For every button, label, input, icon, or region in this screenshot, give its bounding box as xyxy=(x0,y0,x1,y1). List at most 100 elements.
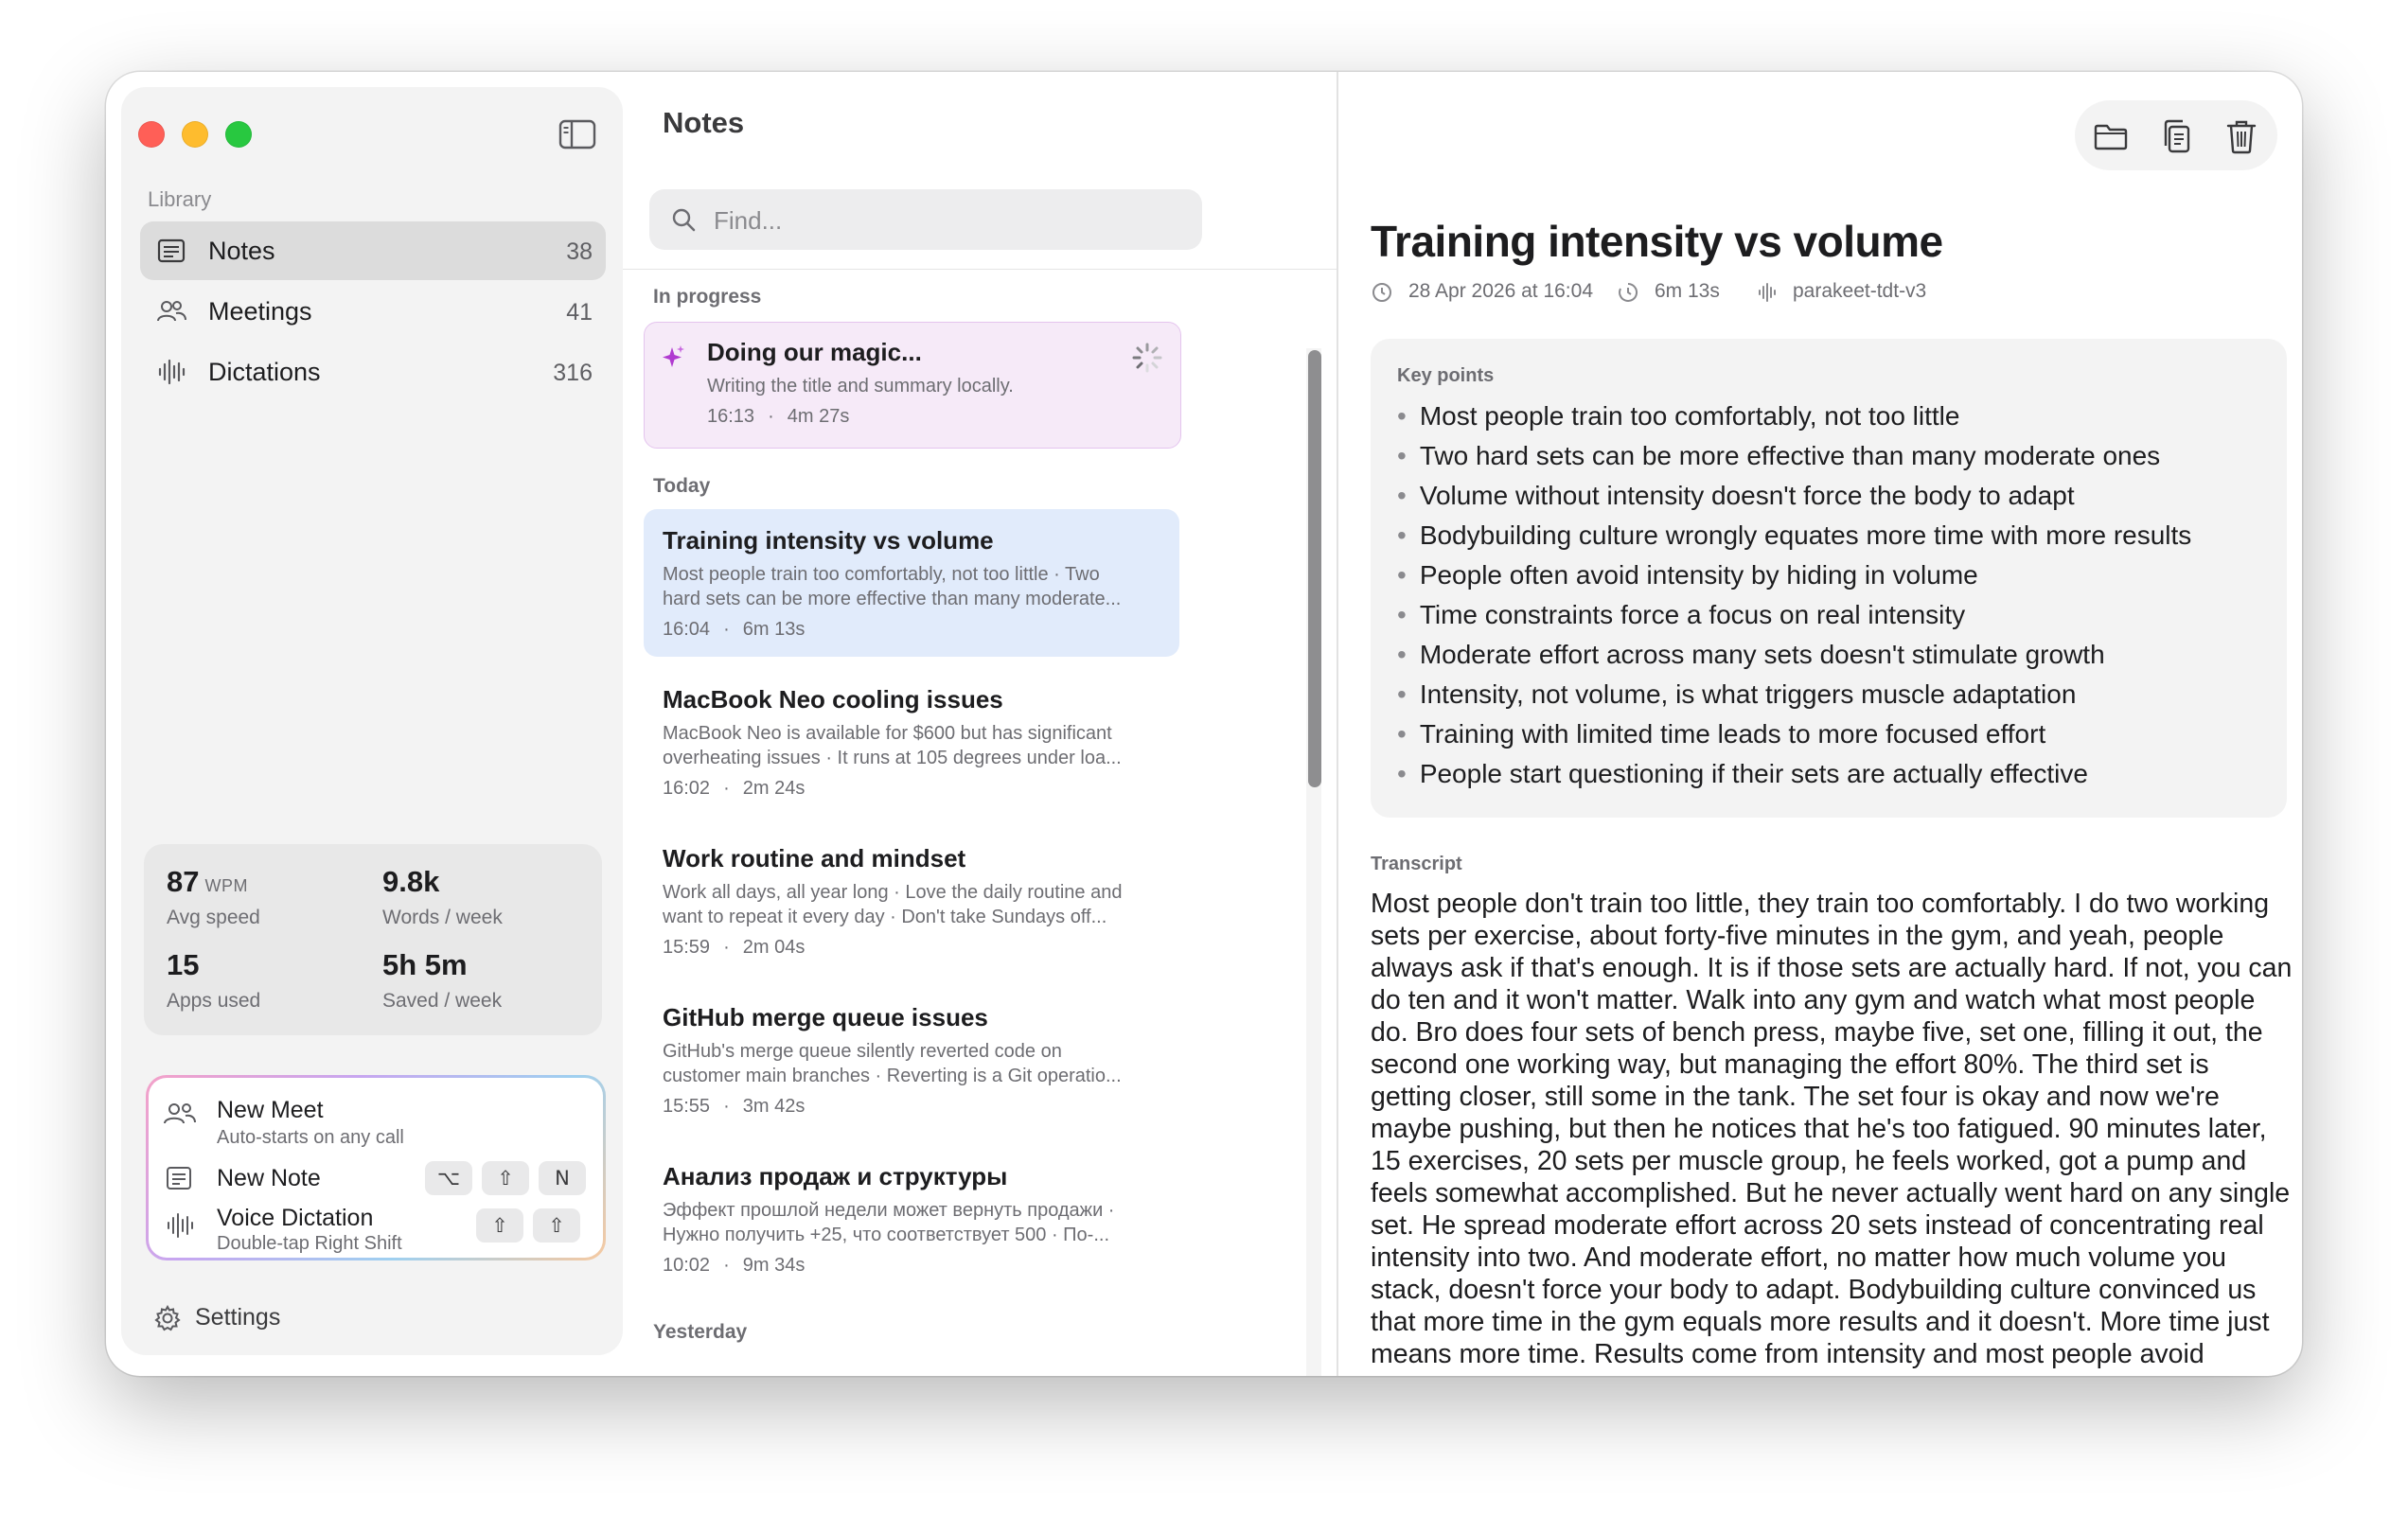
shift-key-badge: ⇧ xyxy=(482,1161,529,1195)
people-icon xyxy=(157,301,186,322)
card-duration: 6m 13s xyxy=(742,619,806,640)
list-item[interactable]: GitHub merge queue issues GitHub's merge… xyxy=(644,986,1179,1134)
stat-label: Apps used xyxy=(167,990,261,1012)
key-point-text: Moderate effort across many sets doesn't… xyxy=(1419,640,2105,669)
trash-icon[interactable] xyxy=(2222,117,2260,155)
list-scrollbar-thumb[interactable] xyxy=(1308,350,1321,787)
stat-apps-used: 15 Apps used xyxy=(167,948,260,1013)
close-window-button[interactable] xyxy=(138,121,165,148)
key-point-text: Two hard sets can be more effective than… xyxy=(1419,441,2161,470)
option-key-badge: ⌥ xyxy=(425,1161,472,1195)
loading-spinner-icon xyxy=(1132,343,1162,373)
quick-actions-panel: New Meet Auto-starts on any call New Not… xyxy=(146,1075,606,1260)
card-duration: 3m 42s xyxy=(742,1096,806,1117)
new-note-action[interactable]: New Note ⌥ ⇧ N xyxy=(149,1154,603,1203)
search-input[interactable] xyxy=(712,199,1189,242)
card-time: 10:02 xyxy=(663,1255,711,1276)
folder-icon[interactable] xyxy=(2092,117,2130,155)
stat-value: 15 xyxy=(167,948,200,981)
key-point: • Bodybuilding culture wrongly equates mo… xyxy=(1397,520,2192,550)
transcript-line: getting closer, still some in the tank. … xyxy=(1371,1082,2220,1112)
stat-avg-speed: 87 WPM Avg speed xyxy=(167,865,260,929)
clock-icon xyxy=(1372,283,1391,302)
card-preview: GitHub's merge queue silently reverted c… xyxy=(663,1039,1162,1088)
card-preview-line: want to repeat it every day · Don't take… xyxy=(663,907,1107,927)
voice-dictation-action[interactable]: Voice Dictation Double-tap Right Shift ⇧… xyxy=(149,1205,603,1258)
key-point: • Volume without intensity doesn't force … xyxy=(1397,481,2075,510)
stat-value: 87 xyxy=(167,865,200,898)
group-label-today: Today xyxy=(653,475,711,497)
transcript-line: do. Bro does four sets of bench press, m… xyxy=(1371,1017,2263,1048)
sidebar: Library Notes 38 Meetings 41 Dictations … xyxy=(121,87,623,1355)
card-preview: MacBook Neo is available for $600 but ha… xyxy=(663,721,1162,770)
card-meta: 16:13 · 4m 27s xyxy=(707,406,850,427)
list-item[interactable]: Work routine and mindset Work all days, … xyxy=(644,827,1179,975)
voice-dictation-subtitle: Double-tap Right Shift xyxy=(217,1233,402,1254)
card-title: Doing our magic... xyxy=(707,338,922,366)
minimize-window-button[interactable] xyxy=(182,121,208,148)
key-point: • Intensity, not volume, is what triggers… xyxy=(1397,679,2077,709)
sidebar-item-dictations[interactable]: Dictations 316 xyxy=(140,343,606,401)
transcript-line: set. He spread moderate effort across 20… xyxy=(1371,1210,2264,1241)
sidebar-item-count: 316 xyxy=(553,360,593,386)
divider xyxy=(623,269,1337,270)
stat-saved-week: 5h 5m Saved / week xyxy=(382,948,502,1013)
card-title: Training intensity vs volume xyxy=(663,526,994,555)
sidebar-item-meetings[interactable]: Meetings 41 xyxy=(140,282,606,341)
transcript-line: stack, doesn't force your body to adapt.… xyxy=(1371,1275,2257,1305)
note-icon xyxy=(157,238,186,263)
group-label-yesterday: Yesterday xyxy=(653,1321,748,1343)
sparkle-icon xyxy=(663,345,684,367)
key-point: • People often avoid intensity by hiding … xyxy=(1397,560,1978,590)
card-duration: 2m 04s xyxy=(742,937,806,958)
in-progress-card[interactable]: Doing our magic... Writing the title and… xyxy=(644,322,1181,449)
card-meta: 16:02 · 2m 24s xyxy=(663,778,806,799)
list-item[interactable]: Анализ продаж и структуры Эффект прошлой… xyxy=(644,1145,1179,1293)
transcript-line: Most people don't train too little, they… xyxy=(1371,889,2270,919)
key-point: • People start questioning if their sets … xyxy=(1397,759,2088,788)
list-item[interactable]: MacBook Neo cooling issues MacBook Neo i… xyxy=(644,668,1179,816)
shift-key-badge: ⇧ xyxy=(533,1208,580,1243)
card-preview-line: customer main branches · Reverting is a … xyxy=(663,1066,1122,1086)
new-meet-action[interactable]: New Meet Auto-starts on any call xyxy=(149,1078,603,1148)
note-title: Training intensity vs volume xyxy=(1371,217,1943,266)
transcript-line: feels somewhat accomplished. But he neve… xyxy=(1371,1178,2291,1208)
sidebar-item-count: 41 xyxy=(566,299,593,326)
search-field[interactable] xyxy=(649,189,1202,250)
settings-label: Settings xyxy=(195,1304,281,1331)
voice-dictation-title: Voice Dictation xyxy=(217,1205,374,1231)
key-point-text: Volume without intensity doesn't force t… xyxy=(1419,481,2075,510)
sidebar-item-notes[interactable]: Notes 38 xyxy=(140,221,606,280)
key-points-label: Key points xyxy=(1397,365,1495,386)
key-points-panel: Key points • Most people train too comfor… xyxy=(1371,339,2287,818)
list-item[interactable]: Training intensity vs volume Most people… xyxy=(644,509,1179,657)
key-point-text: Time constraints force a focus on real i… xyxy=(1419,600,1966,629)
copy-icon[interactable] xyxy=(2158,117,2196,155)
card-preview-line: hard sets can be more effective than man… xyxy=(663,589,1122,609)
detail-toolbar xyxy=(2075,100,2277,170)
zoom-window-button[interactable] xyxy=(225,121,252,148)
card-meta: 15:59 · 2m 04s xyxy=(663,937,806,958)
card-meta: 16:04 · 6m 13s xyxy=(663,619,806,640)
card-subtitle: Writing the title and summary locally. xyxy=(707,376,1014,397)
transcript-line: intensity into two. And moderate effort,… xyxy=(1371,1243,2227,1273)
note-duration: 6m 13s xyxy=(1655,280,1720,302)
card-title: GitHub merge queue issues xyxy=(663,1003,988,1031)
new-meet-title: New Meet xyxy=(217,1097,324,1123)
card-meta: 10:02 · 9m 34s xyxy=(663,1255,806,1276)
new-note-title: New Note xyxy=(217,1165,321,1191)
stat-label: Words / week xyxy=(382,907,503,928)
sidebar-toggle-icon[interactable] xyxy=(558,119,596,150)
card-preview: Эффект прошлой недели может вернуть прод… xyxy=(663,1198,1162,1247)
stat-unit: WPM xyxy=(204,876,248,895)
key-point-text: Training with limited time leads to more… xyxy=(1419,719,2046,749)
key-point-text: People start questioning if their sets a… xyxy=(1419,759,2088,788)
transcript-line: second one working way, but managing the… xyxy=(1371,1049,2209,1080)
card-time: 16:13 xyxy=(707,406,755,427)
stat-label: Avg speed xyxy=(167,907,260,928)
transcript-line: that more time in the gym equals more re… xyxy=(1371,1307,2270,1337)
key-point-text: Intensity, not volume, is what triggers … xyxy=(1419,679,2077,709)
notes-list-column: Notes In progress Doing our magic... Wri… xyxy=(623,72,1337,1376)
app-window: Library Notes 38 Meetings 41 Dictations … xyxy=(106,72,2302,1376)
note-icon xyxy=(167,1167,191,1190)
